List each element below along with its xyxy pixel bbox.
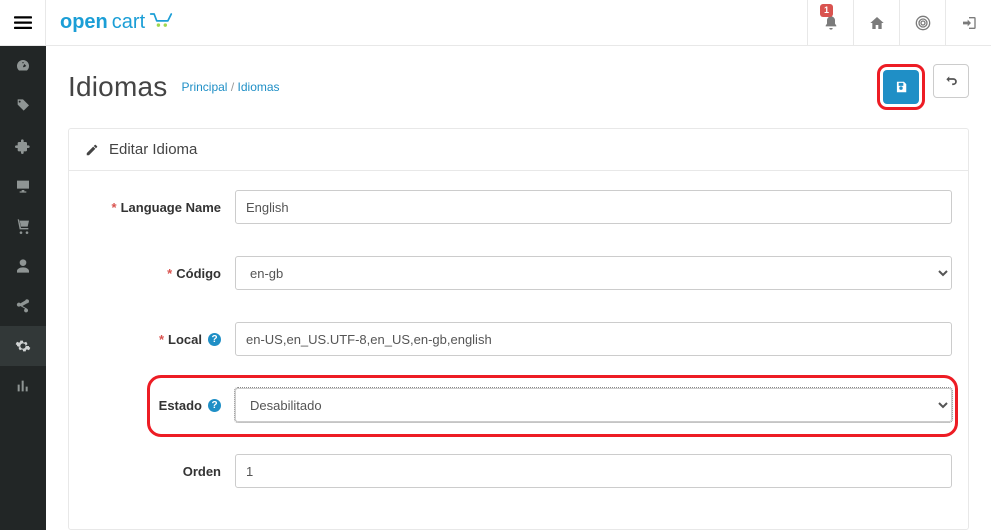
sidebar-item-customers[interactable] <box>0 246 46 286</box>
panel-body: * Language Name * Código en-gb <box>69 171 968 529</box>
tag-icon <box>15 98 31 114</box>
breadcrumb: Principal / Idiomas <box>181 80 279 94</box>
sidebar-item-extensions[interactable] <box>0 126 46 166</box>
lifebuoy-icon <box>915 15 931 31</box>
input-local[interactable] <box>235 322 952 356</box>
puzzle-icon <box>15 138 31 154</box>
cart-icon <box>15 218 31 234</box>
save-icon <box>894 80 908 94</box>
sidebar-item-system[interactable] <box>0 326 46 366</box>
help-button[interactable] <box>899 0 945 46</box>
logout-icon <box>961 15 977 31</box>
logout-button[interactable] <box>945 0 991 46</box>
select-codigo[interactable]: en-gb <box>235 256 952 290</box>
row-orden: Orden <box>85 453 952 489</box>
panel-title: Editar Idioma <box>109 141 197 158</box>
help-icon[interactable]: ? <box>208 333 221 346</box>
breadcrumb-sep: / <box>231 80 234 94</box>
back-icon <box>944 74 958 88</box>
label-orden: Orden <box>85 464 235 479</box>
page-header: Idiomas Principal / Idiomas <box>68 64 969 110</box>
page-actions <box>877 64 969 110</box>
content-area: Idiomas Principal / Idiomas Editar Idiom… <box>46 46 991 530</box>
header-actions: 1 <box>807 0 991 45</box>
row-estado: Estado ? Desabilitado <box>85 387 952 423</box>
row-local: * Local ? <box>85 321 952 357</box>
save-highlight <box>877 64 925 110</box>
notifications-button[interactable]: 1 <box>807 0 853 46</box>
row-language-name: * Language Name <box>85 189 952 225</box>
sidebar <box>0 46 46 530</box>
home-icon <box>869 15 885 31</box>
bell-icon <box>823 15 839 31</box>
label-local: * Local ? <box>85 332 235 347</box>
back-button[interactable] <box>933 64 969 98</box>
edit-panel: Editar Idioma * Language Name * Código <box>68 128 969 530</box>
row-codigo: * Código en-gb <box>85 255 952 291</box>
gear-icon <box>15 338 31 354</box>
bar-chart-icon <box>15 378 31 394</box>
input-orden[interactable] <box>235 454 952 488</box>
pencil-icon <box>85 143 99 157</box>
sidebar-item-catalog[interactable] <box>0 86 46 126</box>
sidebar-item-design[interactable] <box>0 166 46 206</box>
home-button[interactable] <box>853 0 899 46</box>
sidebar-item-reports[interactable] <box>0 366 46 406</box>
top-header: opencart 1 <box>0 0 991 46</box>
save-button[interactable] <box>883 70 919 104</box>
help-icon[interactable]: ? <box>208 399 221 412</box>
label-language-name: * Language Name <box>85 200 235 215</box>
panel-heading: Editar Idioma <box>69 129 968 171</box>
user-icon <box>15 258 31 274</box>
sidebar-item-marketing[interactable] <box>0 286 46 326</box>
notification-badge: 1 <box>820 4 833 17</box>
breadcrumb-current[interactable]: Idiomas <box>238 80 280 94</box>
input-language-name[interactable] <box>235 190 952 224</box>
select-estado[interactable]: Desabilitado <box>235 388 952 422</box>
sidebar-item-dashboard[interactable] <box>0 46 46 86</box>
share-icon <box>15 298 31 314</box>
desktop-icon <box>15 178 31 194</box>
cart-icon <box>149 11 173 34</box>
breadcrumb-home[interactable]: Principal <box>181 80 227 94</box>
page-title: Idiomas <box>68 71 167 103</box>
dashboard-icon <box>15 58 31 74</box>
menu-toggle-button[interactable] <box>0 0 46 46</box>
label-codigo: * Código <box>85 266 235 281</box>
sidebar-item-sales[interactable] <box>0 206 46 246</box>
logo[interactable]: opencart <box>46 11 187 34</box>
label-estado: Estado ? <box>85 398 235 413</box>
menu-icon <box>14 16 32 30</box>
